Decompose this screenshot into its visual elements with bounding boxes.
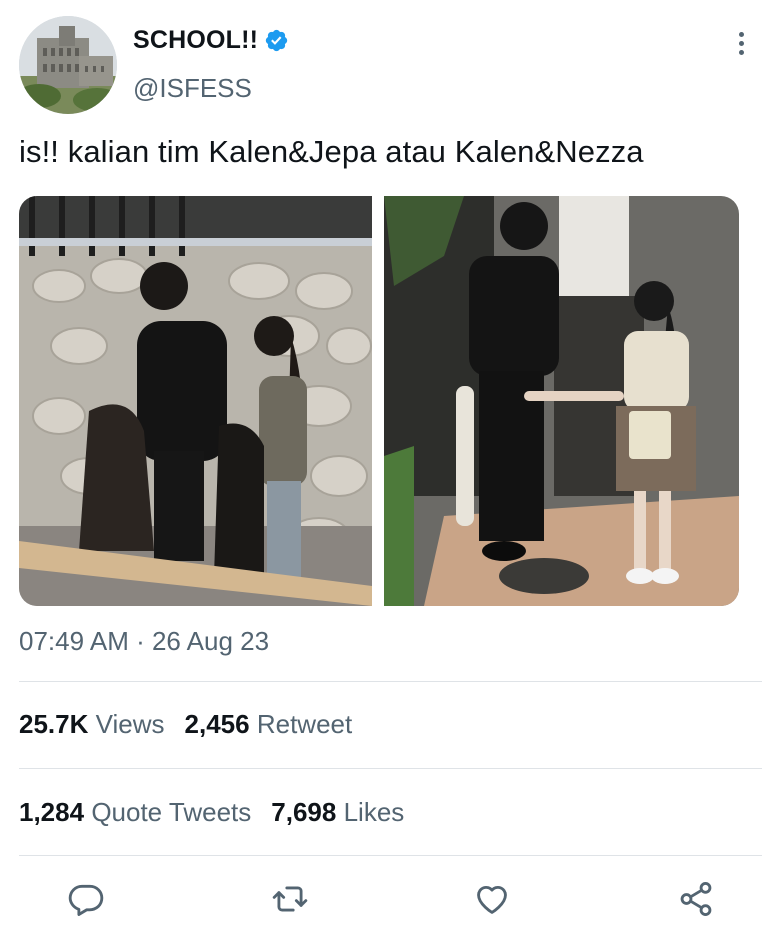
heart-icon (477, 885, 507, 914)
share-button[interactable] (677, 880, 715, 918)
display-name[interactable]: SCHOOL!! (133, 26, 258, 55)
more-options-button[interactable] (728, 32, 754, 64)
divider (19, 855, 762, 856)
quote-count: 1,284 (19, 797, 85, 827)
retweet-label: Retweet (256, 709, 353, 739)
tweet-timestamp[interactable]: 07:49 AM · 26 Aug 23 (19, 626, 269, 657)
retweet-stat[interactable]: 2,456 Retweet (185, 709, 353, 739)
share-icon (680, 882, 712, 916)
tweet-text: is!! kalian tim Kalen&Jepa atau Kalen&Ne… (19, 134, 644, 169)
retweet-button[interactable] (271, 880, 309, 918)
like-button[interactable] (473, 880, 511, 918)
quote-tweets-stat[interactable]: 1,284 Quote Tweets (19, 797, 251, 827)
views-stat[interactable]: 25.7K Views (19, 709, 165, 739)
stats-row-2: 1,284 Quote Tweets 7,698 Likes (19, 797, 404, 828)
views-count: 25.7K (19, 709, 89, 739)
retweet-icon (272, 886, 308, 912)
reply-button[interactable] (67, 880, 105, 918)
verified-badge-icon (266, 29, 288, 52)
divider (19, 681, 762, 682)
views-label: Views (95, 709, 165, 739)
likes-label: Likes (343, 797, 405, 827)
divider (19, 768, 762, 769)
tweet-photo-2[interactable] (384, 196, 739, 606)
author-handle[interactable]: @ISFESS (133, 73, 252, 104)
quote-label: Quote Tweets (91, 797, 252, 827)
likes-count: 7,698 (271, 797, 337, 827)
more-vertical-icon (728, 32, 754, 55)
avatar-image (19, 16, 117, 114)
stats-row-1: 25.7K Views 2,456 Retweet (19, 709, 352, 740)
tweet-photo-1[interactable] (19, 196, 372, 606)
photo-2-image (384, 196, 739, 606)
author-name-row[interactable]: SCHOOL!! (133, 26, 289, 55)
avatar[interactable] (19, 16, 117, 114)
likes-stat[interactable]: 7,698 Likes (271, 797, 404, 827)
retweet-count: 2,456 (184, 709, 250, 739)
reply-icon (68, 884, 104, 916)
photo-1-image (19, 196, 372, 606)
